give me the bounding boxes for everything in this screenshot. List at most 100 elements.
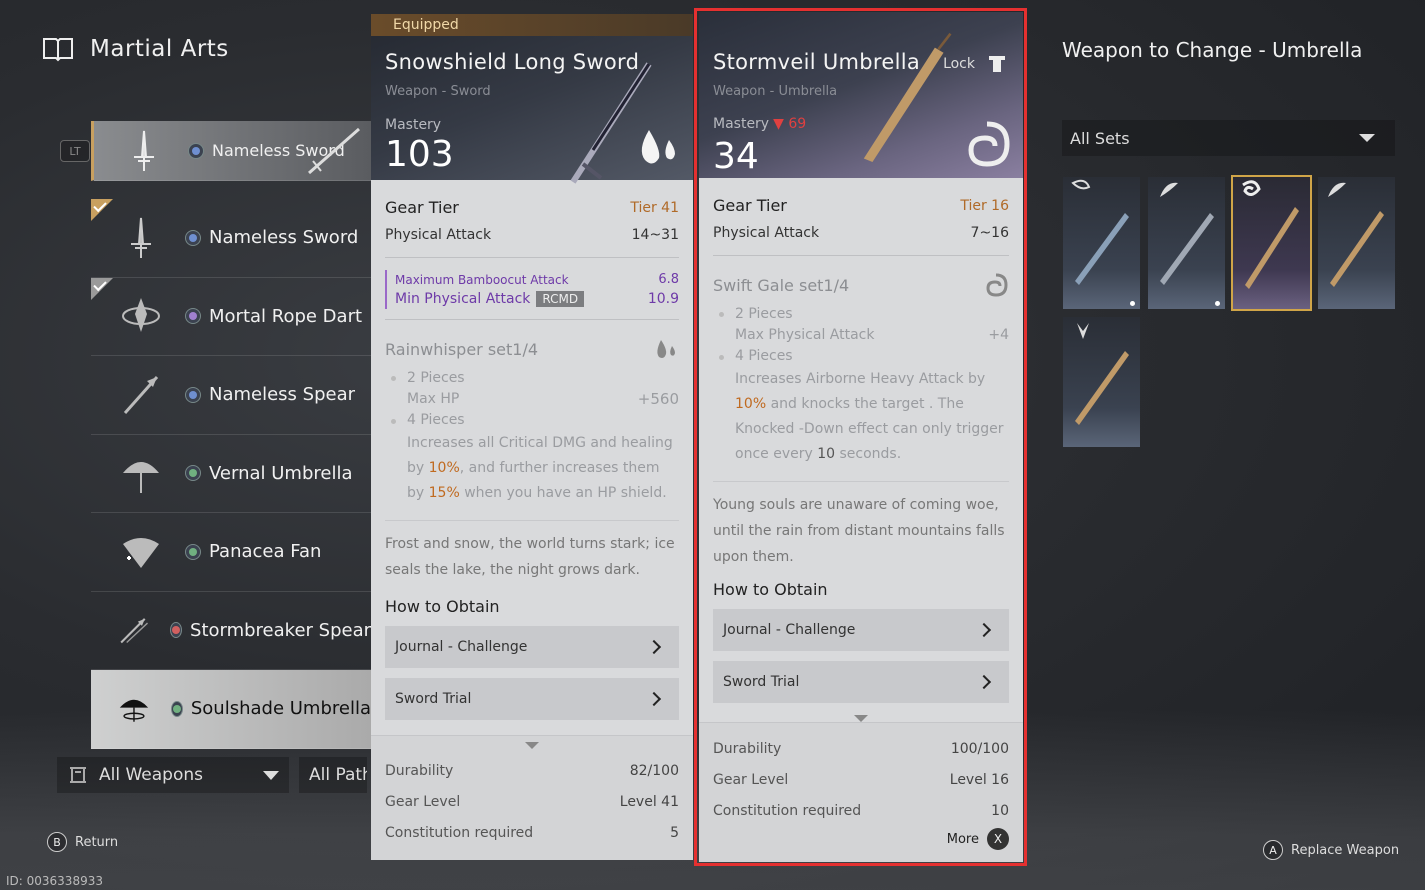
weapon-name: Stormbreaker Spear [190,619,371,641]
weapon-list-item-nameless-sword-active[interactable]: Nameless Sword [91,121,371,181]
scroll-down-icon[interactable] [525,742,539,749]
constitution-row: Constitution required 5 [385,824,679,841]
card-stats: Durability 82/100 Gear Level Level 41 Cons… [371,735,693,860]
water-drops-icon [641,130,675,164]
weapon-name: Nameless Spear [209,384,356,406]
rope-dart-icon [122,298,160,333]
weapon-list-item-mortal-rope-dart[interactable]: Mortal Rope Dart [91,277,371,356]
umbrella-weapon-icon [1075,323,1129,425]
obtain-sword-trial-button[interactable]: Sword Trial [713,661,1009,703]
weapon-list-item-stormbreaker-spear[interactable]: Stormbreaker Spear [91,592,371,670]
path-icon [185,465,201,482]
sets-filter-dropdown[interactable]: All Sets [1062,120,1395,156]
a-button-icon: A [1263,840,1283,860]
set4-description: Increases Airborne Heavy Attack by 10% a… [735,371,1004,462]
weapon-filter-dropdown[interactable]: All Weapons [57,757,289,793]
obtain-journal-challenge-button[interactable]: Journal - Challenge [385,626,679,668]
physical-attack-row: Physical Attack 14~31 [385,227,679,258]
book-icon [43,38,73,62]
weapon-type-icon [70,767,86,783]
lock-label[interactable]: Lock [943,56,975,72]
weapon-grid [1063,175,1395,447]
weapon-name: Soulshade Umbrella [190,698,371,720]
return-label: Return [75,834,119,850]
set4-description: Increases all Critical DMG and healing b… [407,435,673,501]
x-button-icon: X [987,828,1009,850]
mastery-decrease-icon: ▼ 69 [773,116,807,132]
umbrella-weapon-icon [1242,180,1299,289]
scroll-down-icon[interactable] [854,715,868,722]
gear-tier-row: Gear Tier Tier 41 [385,198,679,217]
obtain-sword-trial-button[interactable]: Sword Trial [385,678,679,720]
durability-row: Durability 100/100 [713,740,1009,757]
chevron-right-icon [646,639,662,655]
weapon-slot[interactable] [1148,177,1225,309]
weapon-slot-selected[interactable] [1231,175,1312,311]
sword-icon [131,217,151,258]
path-icon [188,142,204,159]
weapon-change-title: Weapon to Change - Umbrella [1062,38,1363,62]
weapon-list-item-vernal-umbrella[interactable]: Vernal Umbrella [91,435,371,513]
gear-level-row: Gear Level Level 41 [385,793,679,810]
bonus-value: 6.8 [658,272,679,287]
page-title: Martial Arts [90,36,229,62]
set-bonus-details: 2 Pieces Max Physical Attack +4 4 Pieces … [713,304,1009,467]
weapon-filter-label: All Weapons [99,765,203,785]
weapon-list-item-panacea-fan[interactable]: Panacea Fan [91,513,371,592]
page-header: Martial Arts [42,36,229,62]
umbrella-weapon-icon [1160,182,1214,285]
sword-icon [134,130,154,171]
chevron-right-icon [976,622,992,638]
equipped-check-icon [91,199,113,221]
physical-attack-value: 7~16 [970,225,1009,241]
gear-tier-value: Tier 41 [630,199,679,216]
umbrella-icon [123,462,159,494]
constitution-row: Constitution required 10 [713,802,1009,819]
umbrella-icon [119,699,149,722]
weapon-list-item-nameless-spear[interactable]: Nameless Spear [91,356,371,435]
weapon-list-item-soulshade-umbrella[interactable]: Soulshade Umbrella [91,670,371,749]
chevron-down-icon [263,770,279,780]
rcmd-badge: RCMD [536,291,585,307]
umbrella-weapon-icon [1071,179,1129,285]
water-drops-icon [657,340,675,358]
replace-weapon-label: Replace Weapon [1291,842,1400,858]
physical-attack-row: Physical Attack 7~16 [713,225,1009,256]
path-icon [185,543,201,560]
swirl-emblem-icon [968,121,1010,167]
lock-icon[interactable] [985,52,1009,76]
obtain-label: Sword Trial [395,691,472,707]
bonus-value: 10.9 [647,291,679,307]
spear-icon [123,375,159,414]
more-button[interactable]: More X [713,828,1009,850]
weapon-title: Snowshield Long Sword [385,50,640,74]
card-banner: Stormveil Umbrella Lock Weapon - Umbrell… [699,12,1023,178]
set-bonus-details: 2 Pieces Max HP +560 4 Pieces Increases a… [385,368,679,506]
sword-blade-icon [308,127,360,175]
set-title-row: Rainwhisper set1/4 [385,336,679,362]
bonus-stats: Maximum Bamboocut Attack 6.8 Min Physica… [385,270,679,309]
gear-level-row: Gear Level Level 16 [713,771,1009,788]
path-icon [185,386,201,403]
obtain-journal-challenge-button[interactable]: Journal - Challenge [713,609,1009,651]
bonus-row: Min Physical Attack RCMD 10.9 [395,289,679,309]
weapon-slot[interactable] [1063,177,1140,309]
weapon-slot[interactable] [1063,317,1140,447]
bonus-label: Maximum Bamboocut Attack [395,272,569,287]
filter-row: All Weapons All Paths [57,757,367,793]
equipped-weapon-card: Equipped Snowshield Long Sword Weapon - … [371,14,693,860]
set2-value: +560 [637,390,679,408]
return-hint[interactable]: B Return [47,832,118,852]
path-icon [185,308,201,325]
replace-weapon-hint[interactable]: A Replace Weapon [1263,840,1399,860]
physical-attack-label: Physical Attack [385,227,492,243]
bonus-label: Min Physical Attack [395,291,531,307]
card-stats: Durability 100/100 Gear Level Level 16 Con… [699,722,1023,862]
weapon-slot[interactable] [1318,177,1395,309]
path-filter-dropdown[interactable]: All Paths [299,757,367,793]
chevron-right-icon [976,674,992,690]
weapon-list-item-nameless-sword[interactable]: Nameless Sword [91,199,371,278]
path-icon [170,622,183,639]
chevron-down-icon [1359,134,1375,142]
umbrella-weapon-icon [1328,182,1384,287]
